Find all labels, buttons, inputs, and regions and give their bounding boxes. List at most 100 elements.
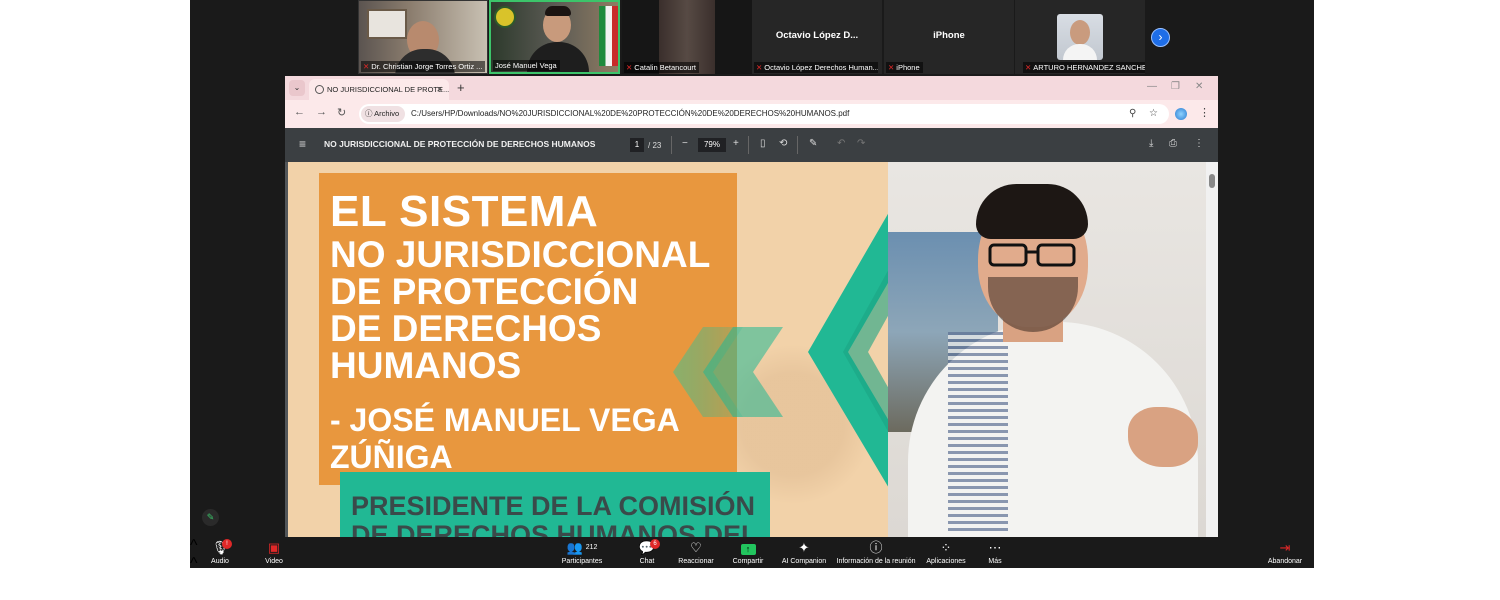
video-label: Video <box>265 558 283 565</box>
slide-position: PRESIDENTE DE LA COMISIÓN DE DERECHOS HU… <box>351 492 771 538</box>
zoom-level-input[interactable]: 79% <box>698 138 726 152</box>
pdf-document-title: NO JURISDICCIONAL DE PROTECCIÓN DE DEREC… <box>324 139 596 149</box>
meeting-info-button[interactable]: ⓘ Información de la reunión <box>836 540 916 567</box>
react-label: Reaccionar <box>678 558 714 565</box>
muted-mic-icon: ✕ <box>756 63 763 72</box>
ai-companion-button[interactable]: ✦ AI Companion <box>780 540 828 567</box>
participants-icon: 👥 212 <box>566 540 598 555</box>
chat-label: Chat <box>639 558 655 565</box>
redo-icon[interactable]: ↷ <box>857 138 865 149</box>
react-button[interactable]: ♡ Reaccionar <box>678 540 714 567</box>
participant-avatar <box>1057 14 1103 60</box>
participant-gallery: ✕ Dr. Christian Jorge Torres Ortiz ... Jo… <box>190 0 1314 76</box>
hamburger-menu-icon[interactable]: ≡ <box>299 137 306 151</box>
participant-tile[interactable]: ✕ Dr. Christian Jorge Torres Ortiz ... <box>358 0 488 74</box>
pdf-viewer-toolbar: ≡ NO JURISDICCIONAL DE PROTECCIÓN DE DER… <box>285 128 1218 162</box>
participant-name: ✕ ARTURO HERNANDEZ SANCHEZ <box>1023 62 1145 73</box>
participants-button[interactable]: 👥 212 Participantes <box>560 540 604 567</box>
chat-unread-badge: 6 <box>650 539 660 549</box>
participant-hair <box>545 6 571 16</box>
pdf-scrollbar[interactable] <box>1206 162 1218 537</box>
page-number-input[interactable]: 1 <box>630 138 644 152</box>
info-icon: ⓘ <box>365 109 373 118</box>
tab-title: NO JURISDICCIONAL DE PROTE... <box>327 85 449 94</box>
video-off-icon: ▣ <box>267 540 281 555</box>
chevron-decoration <box>673 327 783 417</box>
position-line: DE DERECHOS HUMANOS DEL <box>351 520 758 538</box>
participants-count: 212 <box>585 544 598 551</box>
muted-mic-icon: ✕ <box>888 63 895 72</box>
zoom-in-icon[interactable]: + <box>733 138 739 149</box>
annotate-pen-icon[interactable]: ✎ <box>809 138 817 149</box>
zoom-out-icon[interactable]: − <box>682 138 688 149</box>
scrollbar-thumb[interactable] <box>1209 174 1215 188</box>
seal-logo-icon <box>494 6 516 28</box>
ai-companion-label: AI Companion <box>781 558 827 565</box>
leave-door-icon: ⇥ <box>1279 540 1291 555</box>
leave-label: Abandonar <box>1267 558 1303 565</box>
wall-frame <box>367 9 407 39</box>
page-count: / 23 <box>648 141 662 150</box>
divider <box>797 136 798 154</box>
participant-name: ✕ Octavio López Derechos Human... <box>754 62 878 73</box>
participant-tile[interactable]: Octavio López D... ✕ Octavio López Derech… <box>752 0 882 74</box>
profile-avatar-icon[interactable] <box>1175 108 1187 120</box>
divider <box>748 136 749 154</box>
participant-tile[interactable]: ✕ ARTURO HERNANDEZ SANCHEZ <box>1015 0 1145 74</box>
participant-tile-active-speaker[interactable]: José Manuel Vega <box>489 0 620 74</box>
more-button[interactable]: ⋯ Más <box>983 540 1007 567</box>
author-line: ZÚÑIGA <box>330 439 453 475</box>
apps-button[interactable]: ⁘ Aplicaciones <box>924 540 968 567</box>
forward-arrow-icon[interactable]: → <box>316 106 327 118</box>
speaker-photo <box>888 162 1206 537</box>
video-button[interactable]: ▣ Video <box>262 540 286 567</box>
chevron-down-icon: ⌄ <box>293 83 301 92</box>
meeting-controls-bar: 🎙 Audio ! ^ ▣ Video 👥 212 Participantes ^… <box>190 537 1314 568</box>
apps-grid-icon: ⁘ <box>940 540 952 555</box>
leave-meeting-button[interactable]: ⇥ Abandonar <box>1266 540 1304 567</box>
heart-icon: ♡ <box>690 540 702 555</box>
close-tab-icon[interactable]: ✕ <box>436 79 443 100</box>
share-screen-button[interactable]: ↑ Compartir <box>730 540 766 567</box>
bookmark-star-icon[interactable]: ☆ <box>1149 104 1158 124</box>
participant-name: ✕ iPhone <box>886 62 923 73</box>
share-label: Compartir <box>732 558 764 565</box>
close-window-icon[interactable]: ✕ <box>1195 81 1203 92</box>
minimize-icon[interactable]: — <box>1147 81 1157 92</box>
back-arrow-icon[interactable]: ← <box>294 106 305 118</box>
muted-mic-icon: ✕ <box>363 62 370 71</box>
globe-icon <box>315 85 324 94</box>
divider <box>671 136 672 154</box>
participant-tile[interactable]: ✕ Catalin Betancourt <box>622 0 752 74</box>
participant-tile[interactable]: iPhone ✕ iPhone <box>884 0 1014 74</box>
zoom-magnifier-icon[interactable]: ⚲ <box>1129 104 1136 124</box>
site-info-chip[interactable]: ⓘ Archivo <box>361 106 406 122</box>
kebab-menu-icon[interactable]: ⋮ <box>1199 106 1210 119</box>
reload-icon[interactable]: ↻ <box>337 106 346 119</box>
browser-tab[interactable]: NO JURISDICCIONAL DE PROTE... ✕ <box>309 79 449 100</box>
rotate-icon[interactable]: ⟲ <box>779 138 787 149</box>
download-icon[interactable]: ⤓ <box>1149 138 1153 149</box>
participant-display-name: iPhone <box>933 30 965 41</box>
more-label: Más <box>988 558 1002 565</box>
audio-button[interactable]: 🎙 Audio ! <box>208 539 232 567</box>
pdf-slide-page: EL SISTEMA NO JURISDICCIONAL DE PROTECCI… <box>288 162 1206 537</box>
chat-button[interactable]: 💬 Chat 6 <box>635 539 660 567</box>
restore-icon[interactable]: ❐ <box>1171 81 1180 92</box>
address-bar[interactable]: ⓘ Archivo C:/Users/HP/Downloads/NO%20JUR… <box>359 104 1169 124</box>
participants-label: Participantes <box>561 558 603 565</box>
tab-search-button[interactable]: ⌄ <box>289 80 305 96</box>
browser-tabstrip: ⌄ NO JURISDICCIONAL DE PROTE... ✕ + — ❐ … <box>285 76 1218 100</box>
undo-icon[interactable]: ↶ <box>837 138 845 149</box>
participant-display-name: Octavio López D... <box>775 30 859 41</box>
more-options-icon[interactable]: ⋮ <box>1194 138 1204 149</box>
participant-name: ✕ Dr. Christian Jorge Torres Ortiz ... <box>361 61 485 72</box>
fit-page-icon[interactable]: ▯ <box>760 138 766 149</box>
pdf-page-viewer[interactable]: EL SISTEMA NO JURISDICCIONAL DE PROTECCI… <box>285 162 1218 537</box>
chevron-right-icon: › <box>1158 30 1163 44</box>
annotate-pencil-icon[interactable]: ✎ <box>202 509 219 526</box>
muted-mic-icon: ✕ <box>1025 63 1032 72</box>
print-icon[interactable]: ⎙ <box>1169 138 1177 149</box>
gallery-next-page-button[interactable]: › <box>1151 28 1170 47</box>
new-tab-button[interactable]: + <box>457 80 465 95</box>
